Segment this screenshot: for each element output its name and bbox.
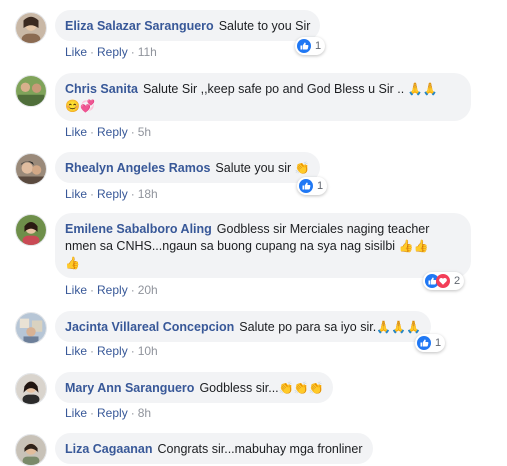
reply-link[interactable]: Reply xyxy=(97,283,128,297)
reaction-count: 1 xyxy=(315,40,322,52)
comment-text: Salute po para sa iyo sir. xyxy=(239,320,377,334)
separator: · xyxy=(130,406,135,420)
comment-actions: Like · Reply · 8h xyxy=(65,406,151,420)
comment-text: Congrats sir...mabuhay mga fronliner xyxy=(157,442,363,456)
reaction-count: 2 xyxy=(454,275,461,287)
reply-link[interactable]: Reply xyxy=(97,187,128,201)
avatar[interactable] xyxy=(15,373,47,405)
like-reaction-icon xyxy=(299,179,313,193)
avatar[interactable] xyxy=(15,153,47,185)
reaction-summary[interactable]: 1 xyxy=(297,177,328,195)
comment-bubble: Chris Sanita Salute Sir ,,keep safe po an… xyxy=(55,73,471,121)
comment-bubble: Rhealyn Angeles Ramos Salute you sir 👏 xyxy=(55,152,320,183)
like-reaction-icon xyxy=(417,336,431,350)
reaction-summary[interactable]: 2 xyxy=(423,272,465,290)
clapping-emoji: 👏👏👏 xyxy=(278,381,324,395)
comment-actions: Like · Reply · 5h xyxy=(65,125,151,139)
reply-link[interactable]: Reply xyxy=(97,125,128,139)
like-link[interactable]: Like xyxy=(65,125,87,139)
praying-hands-emoji: 🙏🙏🙏 xyxy=(376,320,421,334)
comment-text: Godbless sir... xyxy=(199,381,279,395)
separator: · xyxy=(130,125,135,139)
love-reaction-icon xyxy=(436,274,450,288)
like-link[interactable]: Like xyxy=(65,45,87,59)
comment-text: Salute to you Sir xyxy=(218,19,311,33)
smile-heart-emoji: 😊💞 xyxy=(65,99,95,113)
comment-author[interactable]: Chris Sanita xyxy=(65,82,138,96)
reaction-summary[interactable]: 1 xyxy=(415,334,446,352)
reply-link[interactable]: Reply xyxy=(97,45,128,59)
comment-timestamp[interactable]: 10h xyxy=(138,344,158,358)
comment-actions: Like · Reply · 20h xyxy=(65,283,158,297)
comment-text: Salute you sir xyxy=(215,161,295,175)
reply-link[interactable]: Reply xyxy=(97,344,128,358)
comment-timestamp[interactable]: 5h xyxy=(138,125,151,139)
comment-timestamp[interactable]: 20h xyxy=(138,283,158,297)
like-link[interactable]: Like xyxy=(65,344,87,358)
separator: · xyxy=(90,187,95,201)
comment-author[interactable]: Liza Cagaanan xyxy=(65,442,153,456)
comment-author[interactable]: Jacinta Villareal Concepcion xyxy=(65,320,234,334)
comment-text: Godbless sir Merciales naging teacher xyxy=(216,222,430,236)
like-link[interactable]: Like xyxy=(65,406,87,420)
reaction-count: 1 xyxy=(317,180,324,192)
reply-link[interactable]: Reply xyxy=(97,406,128,420)
avatar[interactable] xyxy=(15,12,47,44)
comment-author[interactable]: Emilene Sabalboro Aling xyxy=(65,222,212,236)
comment-text: nmen sa CNHS...ngaun sa buong cupang na … xyxy=(65,239,399,253)
comment-bubble: Jacinta Villareal Concepcion Salute po pa… xyxy=(55,311,431,342)
reaction-count: 1 xyxy=(435,337,442,349)
comment-actions: Like · Reply · 10h xyxy=(65,344,158,358)
thumbs-up-emoji: 👍👍 xyxy=(398,239,429,253)
comment-bubble: Liza Cagaanan Congrats sir...mabuhay mga … xyxy=(55,433,373,464)
comment-author[interactable]: Rhealyn Angeles Ramos xyxy=(65,161,210,175)
like-link[interactable]: Like xyxy=(65,187,87,201)
separator: · xyxy=(90,125,95,139)
avatar[interactable] xyxy=(15,75,47,107)
separator: · xyxy=(90,406,95,420)
comment-text: Salute Sir ,,keep safe po and God Bless … xyxy=(142,82,408,96)
comment-timestamp[interactable]: 11h xyxy=(138,45,157,59)
clapping-emoji: 👏 xyxy=(294,161,310,175)
separator: · xyxy=(130,283,135,297)
comment-author[interactable]: Eliza Salazar Saranguero xyxy=(65,19,214,33)
thumbs-up-emoji: 👍 xyxy=(65,256,80,270)
comment-timestamp[interactable]: 8h xyxy=(138,406,151,420)
separator: · xyxy=(130,187,135,201)
comment-actions: Like · Reply · 11h xyxy=(65,45,157,59)
comment-author[interactable]: Mary Ann Saranguero xyxy=(65,381,194,395)
separator: · xyxy=(130,45,135,59)
separator: · xyxy=(90,283,95,297)
reaction-summary[interactable]: 1 xyxy=(295,37,326,55)
separator: · xyxy=(90,344,95,358)
avatar[interactable] xyxy=(15,312,47,344)
comment-bubble: Eliza Salazar Saranguero Salute to you Si… xyxy=(55,10,321,41)
comment-bubble: Mary Ann Saranguero Godbless sir...👏👏👏 xyxy=(55,372,334,403)
separator: · xyxy=(130,344,135,358)
like-link[interactable]: Like xyxy=(65,283,87,297)
separator: · xyxy=(90,45,95,59)
avatar[interactable] xyxy=(15,214,47,246)
comment-actions: Like · Reply · 18h xyxy=(65,187,158,201)
praying-hands-emoji: 🙏🙏 xyxy=(407,82,438,96)
avatar[interactable] xyxy=(15,434,47,466)
comment-bubble: Emilene Sabalboro Aling Godbless sir Merc… xyxy=(55,213,471,278)
comment-timestamp[interactable]: 18h xyxy=(138,187,158,201)
like-reaction-icon xyxy=(297,39,311,53)
